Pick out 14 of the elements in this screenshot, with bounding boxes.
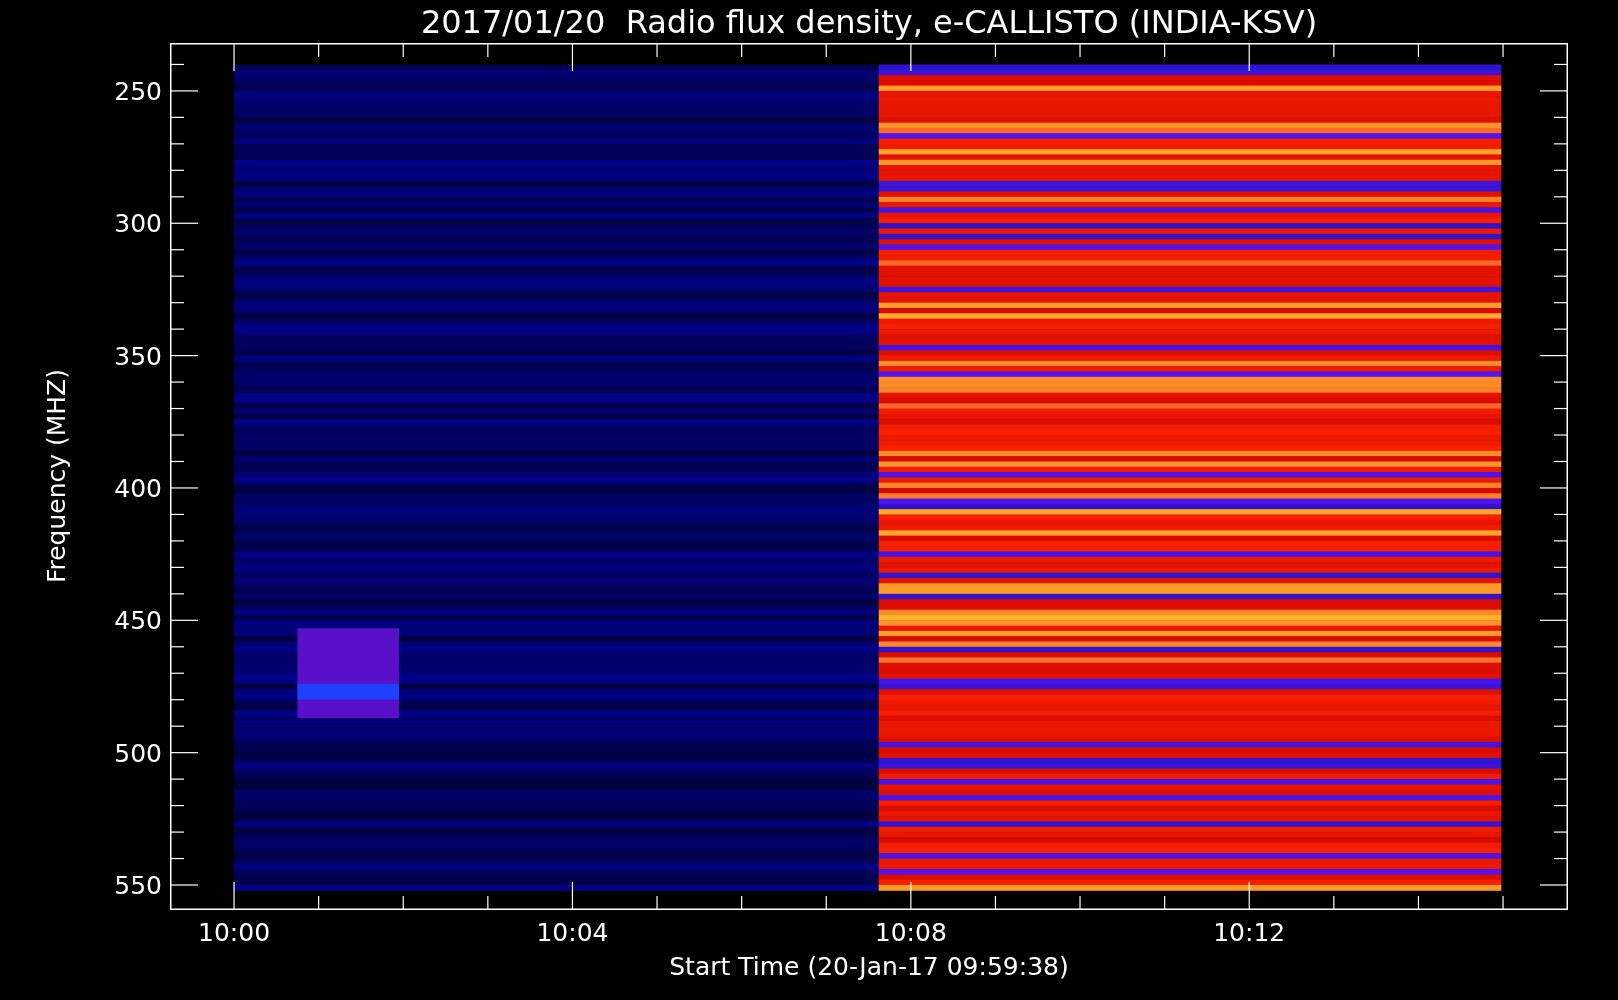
x-tick-label: 10:08: [874, 918, 947, 947]
x-tick-label: 10:04: [536, 918, 609, 947]
x-tick-label: 10:00: [198, 918, 271, 947]
y-tick-label: 250: [114, 76, 162, 106]
y-tick-label: 400: [114, 473, 162, 503]
chart-title: 2017/01/20 Radio flux density, e-CALLISTO (INDIA-KSV): [419, 1, 1319, 43]
y-tick-label: 350: [114, 341, 162, 371]
y-tick-label: 450: [114, 605, 162, 635]
y-tick-label: 500: [114, 738, 162, 768]
x-axis-label: Start Time (20-Jan-17 09:59:38): [669, 952, 1069, 981]
y-tick-label: 300: [114, 208, 162, 238]
y-axis-label: Frequency (MHZ): [41, 369, 71, 584]
y-tick-label: 550: [114, 870, 162, 900]
x-tick-label: 10:12: [1213, 918, 1286, 947]
